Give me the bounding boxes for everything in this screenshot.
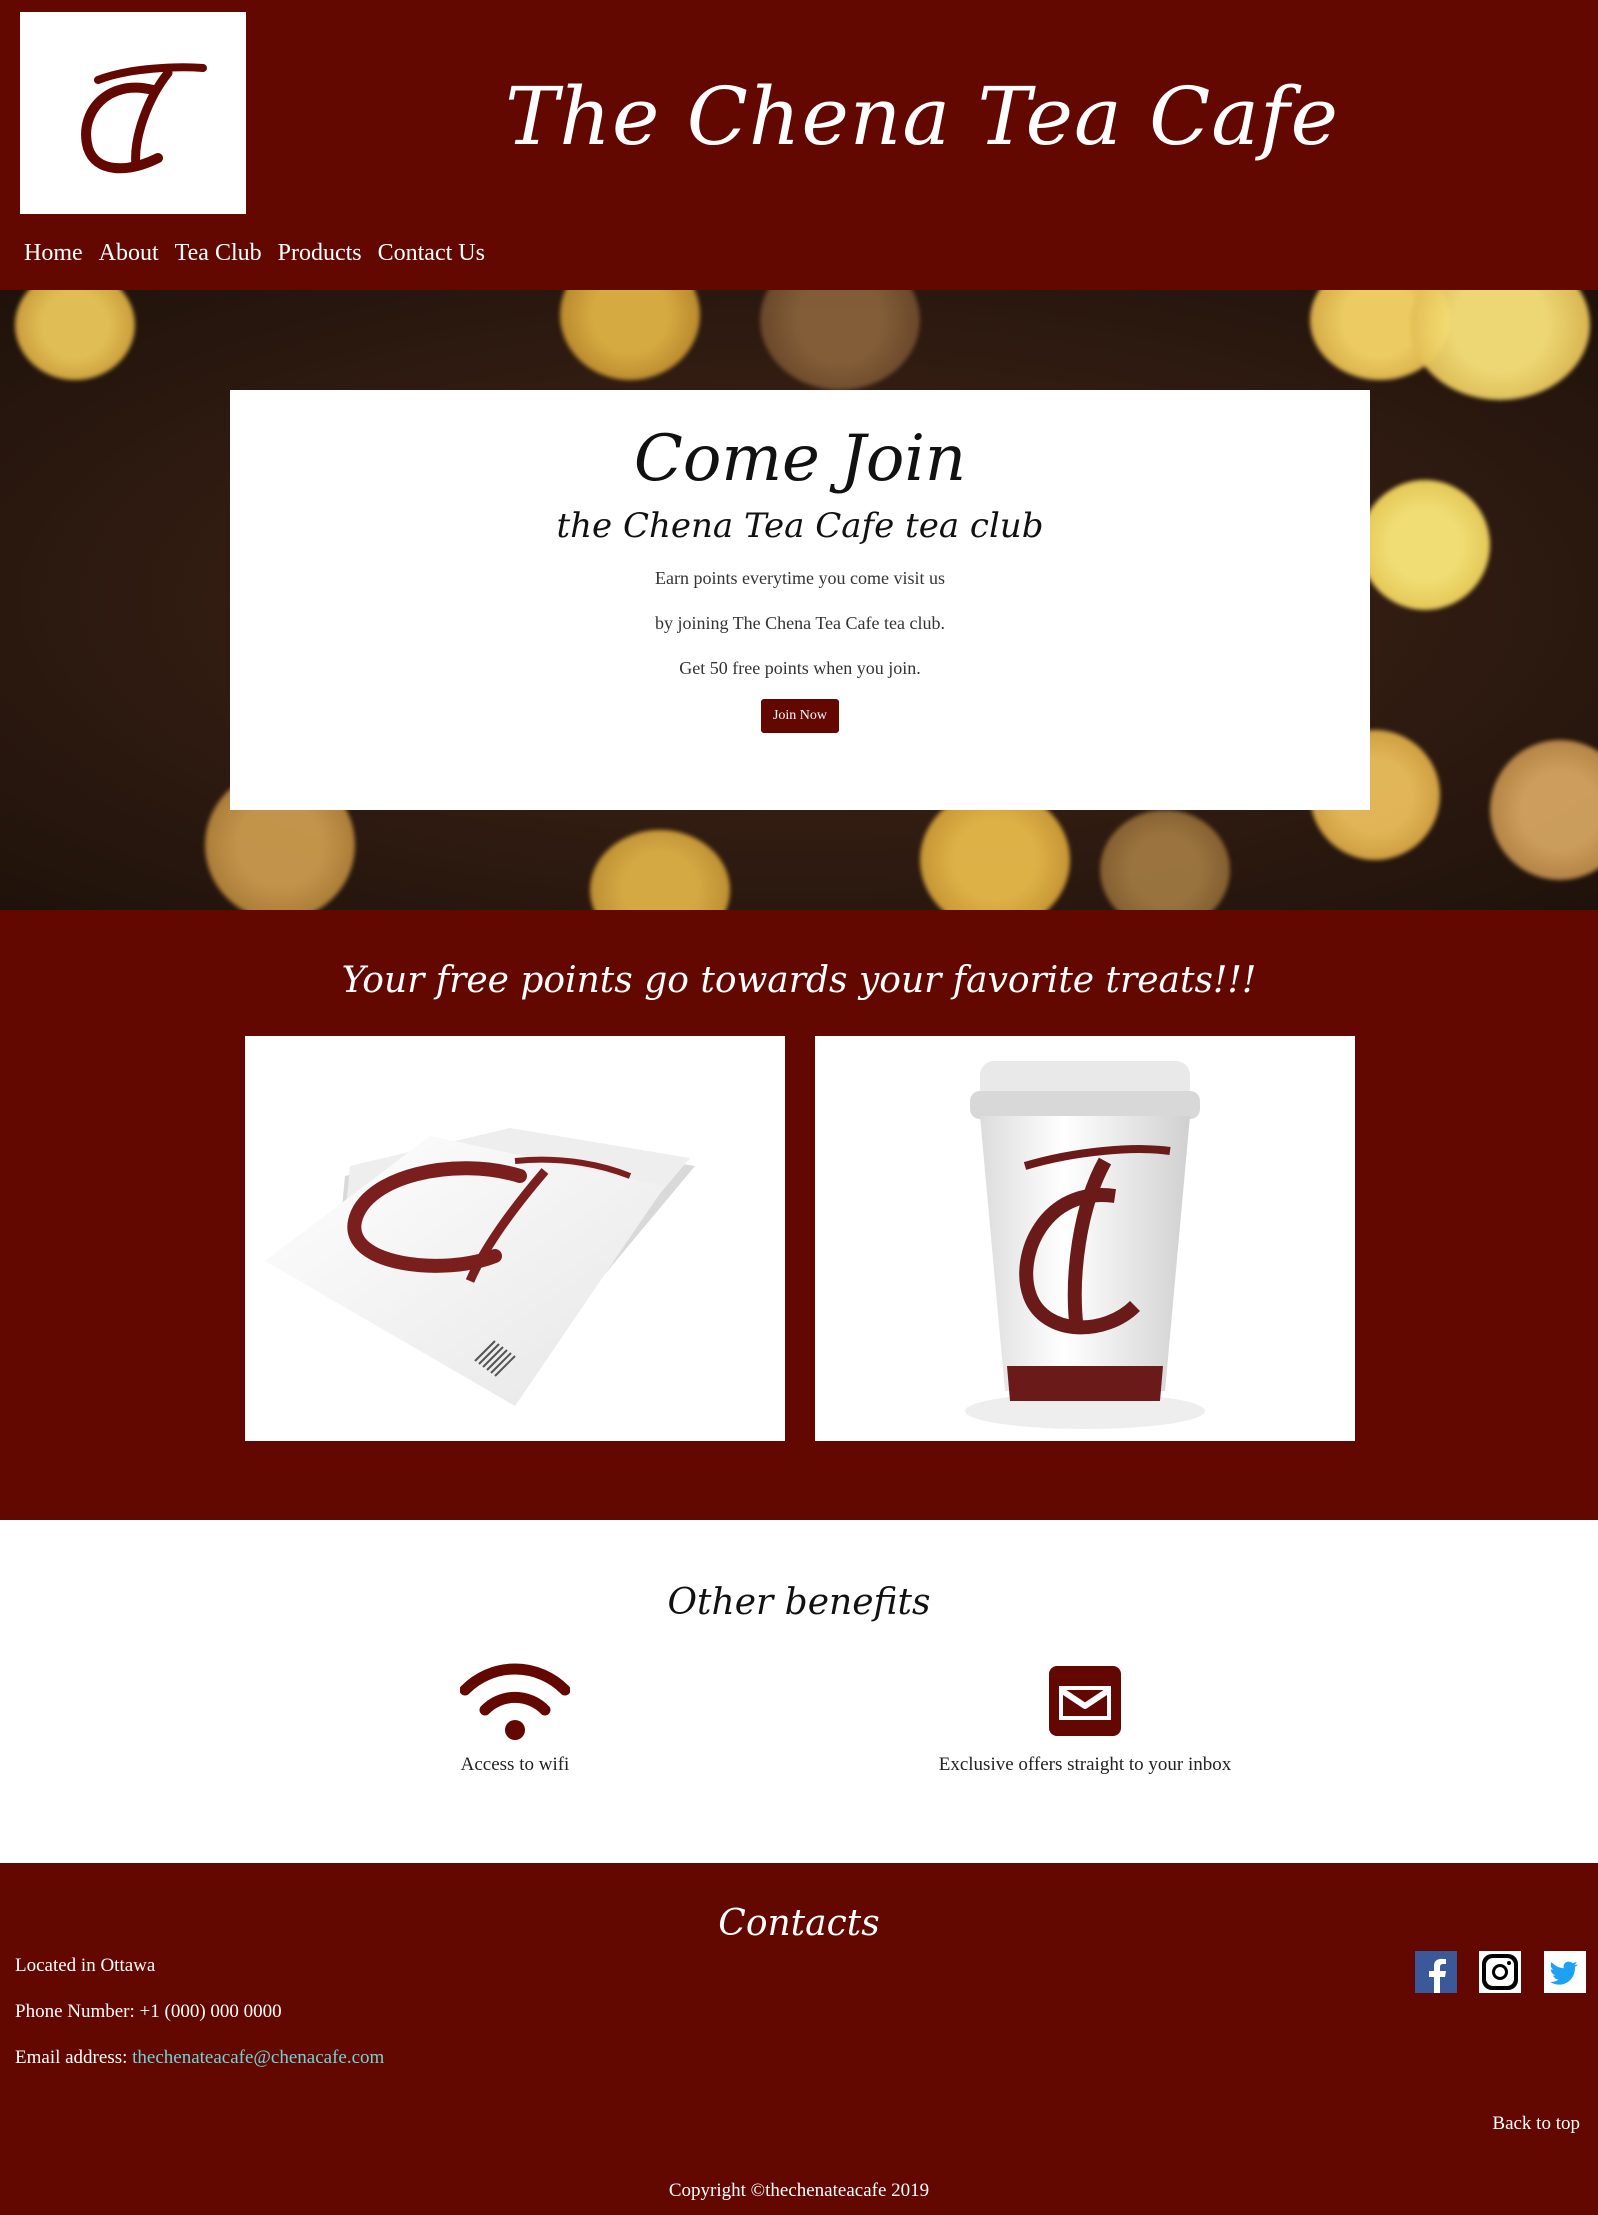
- benefit-label: Access to wifi: [460, 1754, 570, 1775]
- copyright-text: Copyright ©thechenateacafe 2019: [668, 2180, 930, 2201]
- email-line: Email address: thechenateacafe@chenacafe…: [15, 2047, 384, 2069]
- tc-monogram-logo-icon: [81, 63, 207, 174]
- facebook-icon[interactable]: [1415, 1951, 1457, 1993]
- benefits-title: Other benefits: [667, 1582, 931, 1623]
- site-title: The Chena Tea Cafe: [505, 70, 1339, 163]
- cup-image: [815, 1036, 1355, 1441]
- hero-subheading: the Chena Tea Cafe tea club: [556, 506, 1044, 546]
- join-now-button[interactable]: Join Now: [760, 699, 840, 733]
- nav-products[interactable]: Products: [278, 240, 362, 267]
- main-nav: Home About Tea Club Products Contact Us: [24, 240, 485, 267]
- bokeh-light: [590, 830, 730, 910]
- business-cards-image: [245, 1036, 785, 1441]
- nav-home[interactable]: Home: [24, 240, 83, 267]
- bokeh-light: [760, 290, 920, 390]
- bokeh-light: [15, 290, 135, 380]
- bokeh-light: [560, 290, 700, 380]
- contacts-title: Contacts: [718, 1903, 880, 1944]
- benefit-wifi: Access to wifi: [315, 1660, 715, 1776]
- nav-about[interactable]: About: [99, 240, 159, 267]
- hero-line: Earn points everytime you come visit us: [655, 568, 945, 588]
- envelope-icon: [1049, 1666, 1121, 1736]
- contacts-footer: Contacts Located in Ottawa Phone Number:…: [0, 1863, 1598, 2215]
- benefit-email: Exclusive offers straight to your inbox: [885, 1660, 1285, 1776]
- hero-line: by joining The Chena Tea Cafe tea club.: [655, 613, 945, 633]
- treats-title: Your free points go towards your favorit…: [341, 960, 1257, 1001]
- email-label: Email address:: [15, 2047, 133, 2068]
- business-cards-illustration: [265, 1128, 695, 1406]
- nav-contact-us[interactable]: Contact Us: [378, 240, 485, 267]
- location-text: Located in Ottawa: [15, 1955, 156, 1976]
- bokeh-light: [1410, 290, 1590, 400]
- bokeh-light: [1100, 810, 1230, 910]
- logo[interactable]: [20, 12, 246, 214]
- site-header: The Chena Tea Cafe Home About Tea Club P…: [0, 0, 1598, 290]
- hero-line: Get 50 free points when you join.: [679, 658, 921, 678]
- back-to-top-link[interactable]: Back to top: [1492, 2113, 1580, 2135]
- hero-heading: Come Join: [633, 422, 967, 496]
- wifi-icon: [459, 1663, 571, 1740]
- email-link[interactable]: thechenateacafe@chenacafe.com: [132, 2047, 384, 2068]
- phone-text: Phone Number: +1 (000) 000 0000: [15, 2001, 282, 2022]
- instagram-icon[interactable]: [1479, 1951, 1521, 1993]
- benefit-label: Exclusive offers straight to your inbox: [938, 1754, 1232, 1775]
- hero-banner: Come Join the Chena Tea Cafe tea club Ea…: [0, 290, 1598, 910]
- twitter-icon[interactable]: [1544, 1951, 1586, 1993]
- bokeh-light: [1360, 480, 1490, 610]
- club-card: Come Join the Chena Tea Cafe tea club Ea…: [230, 390, 1370, 810]
- nav-tea-club[interactable]: Tea Club: [175, 240, 262, 267]
- benefits-section: Other benefits Access to wifi Exclusive …: [0, 1520, 1598, 1863]
- treats-section: Your free points go towards your favorit…: [0, 910, 1598, 1520]
- bokeh-light: [1490, 740, 1598, 880]
- coffee-cup-illustration: [965, 1061, 1205, 1429]
